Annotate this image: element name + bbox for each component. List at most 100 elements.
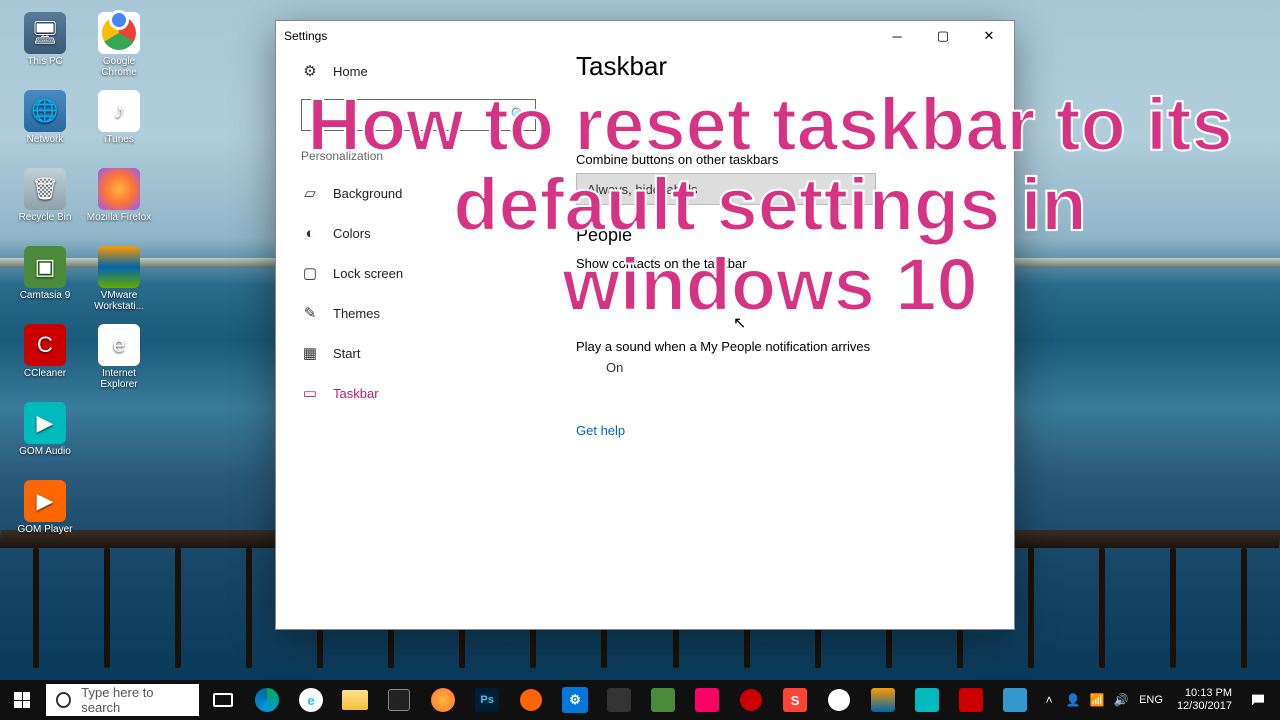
- desktop-icon-ccleaner[interactable]: C CCleaner: [10, 322, 80, 392]
- ccleaner-icon: C: [24, 324, 66, 366]
- sidebar-item-lock-screen[interactable]: ▢Lock screen: [301, 253, 536, 293]
- desktop-icon-gom-audio[interactable]: ▶GOM Audio: [10, 400, 80, 470]
- close-button[interactable]: ✕: [966, 21, 1012, 51]
- taskbar-app-firefox[interactable]: [421, 680, 465, 720]
- tray-language[interactable]: ENG: [1133, 694, 1169, 706]
- theme-icon: [607, 688, 631, 712]
- show-contacts-label: Show contacts on the taskbar: [576, 256, 984, 271]
- taskbar-app-gom-audio[interactable]: [905, 680, 949, 720]
- taskbar-search[interactable]: Type here to search: [46, 684, 199, 716]
- desktop-icon-label: CCleaner: [24, 368, 66, 379]
- page-heading: Taskbar: [576, 51, 984, 82]
- tray-volume-icon[interactable]: 🔊: [1109, 680, 1133, 720]
- desktop-icon-label: GOM Player: [17, 524, 72, 535]
- recorder-icon: [695, 688, 719, 712]
- titlebar[interactable]: Settings ─ ▢ ✕: [276, 21, 1014, 51]
- taskbar-app-store[interactable]: [377, 680, 421, 720]
- taskbar-app-camtasia[interactable]: [641, 680, 685, 720]
- taskbar-app-vmware[interactable]: [861, 680, 905, 720]
- app-icon: [959, 688, 983, 712]
- toggle-on-label: On: [606, 360, 984, 375]
- vmware-icon: [871, 688, 895, 712]
- taskbar-app-arrow[interactable]: [949, 680, 993, 720]
- taskbar-app-explorer[interactable]: [333, 680, 377, 720]
- desktop-icon-label: Recycle Bin: [19, 212, 72, 223]
- tray-clock[interactable]: 10:13 PM 12/30/2017: [1169, 687, 1240, 712]
- settings-search[interactable]: 🔍: [301, 99, 536, 131]
- gear-icon: ⚙: [562, 687, 588, 713]
- recycle-bin-icon: 🗑: [24, 168, 66, 210]
- vmware-icon: [98, 246, 140, 288]
- ie-icon: e: [98, 324, 140, 366]
- windows-logo-icon: [14, 692, 30, 708]
- taskbar-app-ie[interactable]: e: [289, 680, 333, 720]
- desktop-icon-label: Internet Explorer: [100, 368, 137, 390]
- taskbar-app-itunes[interactable]: [817, 680, 861, 720]
- taskbar-apps: e Ps ⚙ S: [245, 680, 1037, 720]
- sidebar-item-colors[interactable]: ◐Colors: [301, 213, 536, 253]
- people-heading: People: [576, 225, 984, 246]
- store-icon: [388, 689, 410, 711]
- itunes-icon: [828, 689, 850, 711]
- ie-icon: e: [299, 688, 323, 712]
- sidebar-item-label: Colors: [333, 226, 371, 241]
- desktop-icon-this-pc[interactable]: 🖥This PC: [10, 10, 80, 80]
- sidebar-item-label: Themes: [333, 306, 380, 321]
- play-sound-label: Play a sound when a My People notificati…: [576, 339, 984, 354]
- taskbar-app-edge[interactable]: [245, 680, 289, 720]
- start-button[interactable]: [0, 680, 44, 720]
- taskbar-app-recorder[interactable]: [685, 680, 729, 720]
- sidebar-item-themes[interactable]: ✎ Themes: [301, 293, 536, 333]
- settings-sidebar: ⚙ Home 🔍 Personalization ▱Background ◐Co…: [276, 51, 556, 629]
- desktop-icon-network[interactable]: 🌐Network: [10, 88, 80, 158]
- firefox-icon: [98, 168, 140, 210]
- tray-network-icon[interactable]: 📶: [1085, 680, 1109, 720]
- desktop-icon-firefox[interactable]: Mozilla Firefox: [84, 166, 154, 236]
- desktop-icon-camtasia[interactable]: ▣Camtasia 9: [10, 244, 80, 314]
- desktop-icon-ie[interactable]: eInternet Explorer: [84, 322, 154, 392]
- chrome-icon: [98, 12, 140, 54]
- maximize-button[interactable]: ▢: [920, 21, 966, 51]
- minimize-button[interactable]: ─: [874, 21, 920, 51]
- notification-icon: [1250, 692, 1266, 708]
- desktop-icon-vmware[interactable]: VMware Workstati...: [84, 244, 154, 314]
- picture-icon: ▱: [301, 184, 319, 202]
- gom-icon: [520, 689, 542, 711]
- taskbar-app-gom[interactable]: [509, 680, 553, 720]
- action-center-button[interactable]: [1240, 692, 1276, 708]
- themes-icon: ✎: [301, 304, 319, 322]
- desktop-icon-label: Camtasia 9: [20, 290, 71, 301]
- settings-window: Settings ─ ▢ ✕ ⚙ Home 🔍 Personalization …: [275, 20, 1015, 630]
- sidebar-item-label: Start: [333, 346, 360, 361]
- get-help-link[interactable]: Get help: [576, 423, 984, 438]
- taskbar-app-settings[interactable]: ⚙: [553, 680, 597, 720]
- ccleaner-icon: [740, 689, 762, 711]
- itunes-icon: ♪: [98, 90, 140, 132]
- tray-chevron-up-icon[interactable]: ˄: [1037, 680, 1061, 720]
- taskbar-app-snagit[interactable]: S: [773, 680, 817, 720]
- desktop-icon-label: Google Chrome: [101, 56, 137, 78]
- tray-date: 12/30/2017: [1177, 700, 1232, 713]
- desktop-icon-recycle-bin[interactable]: 🗑 Recycle Bin: [10, 166, 80, 236]
- folder-icon: [342, 690, 368, 710]
- nav-home[interactable]: ⚙ Home: [301, 51, 536, 91]
- tray-people-icon[interactable]: 👤: [1061, 680, 1085, 720]
- sidebar-item-background[interactable]: ▱Background: [301, 173, 536, 213]
- gom-player-icon: ▶: [24, 480, 66, 522]
- desktop-icon-chrome[interactable]: Google Chrome: [84, 10, 154, 80]
- taskbar-app-theme[interactable]: [597, 680, 641, 720]
- task-view-button[interactable]: [201, 680, 245, 720]
- desktop-icon-label: GOM Audio: [19, 446, 71, 457]
- desktop-icon-label: This PC: [27, 56, 63, 67]
- taskbar-app-razer[interactable]: [993, 680, 1037, 720]
- camtasia-icon: [651, 688, 675, 712]
- combine-buttons-dropdown[interactable]: Always, hide labels: [576, 173, 876, 205]
- desktop-icon-label: VMware Workstati...: [94, 290, 144, 312]
- sidebar-item-start[interactable]: ▦Start: [301, 333, 536, 373]
- window-title: Settings: [284, 29, 874, 43]
- desktop-icon-gom-player[interactable]: ▶ GOM Player: [10, 478, 80, 548]
- sidebar-item-taskbar[interactable]: ▭Taskbar: [301, 373, 536, 413]
- taskbar-app-photoshop[interactable]: Ps: [465, 680, 509, 720]
- desktop-icon-itunes[interactable]: ♪iTunes: [84, 88, 154, 158]
- taskbar-app-ccleaner[interactable]: [729, 680, 773, 720]
